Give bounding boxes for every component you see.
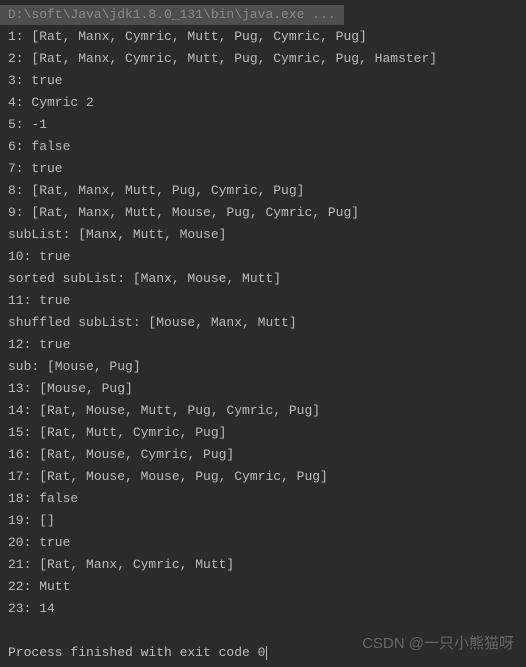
output-line: 21: [Rat, Manx, Cymric, Mutt]: [8, 554, 518, 576]
command-line: D:\soft\Java\jdk1.8.0_131\bin\java.exe .…: [0, 5, 344, 25]
output-line: 10: true: [8, 246, 518, 268]
cursor-icon: [266, 646, 267, 660]
output-line: 9: [Rat, Manx, Mutt, Mouse, Pug, Cymric,…: [8, 202, 518, 224]
output-line: 17: [Rat, Mouse, Mouse, Pug, Cymric, Pug…: [8, 466, 518, 488]
output-line: 1: [Rat, Manx, Cymric, Mutt, Pug, Cymric…: [8, 26, 518, 48]
output-line: 2: [Rat, Manx, Cymric, Mutt, Pug, Cymric…: [8, 48, 518, 70]
output-line: 4: Cymric 2: [8, 92, 518, 114]
output-line: 15: [Rat, Mutt, Cymric, Pug]: [8, 422, 518, 444]
console-output: 1: [Rat, Manx, Cymric, Mutt, Pug, Cymric…: [0, 26, 526, 664]
output-line: 22: Mutt: [8, 576, 518, 598]
output-line: 3: true: [8, 70, 518, 92]
output-line: 19: []: [8, 510, 518, 532]
output-line: 18: false: [8, 488, 518, 510]
watermark: CSDN @一只小熊猫呀: [362, 633, 514, 655]
output-line: shuffled subList: [Mouse, Manx, Mutt]: [8, 312, 518, 334]
output-line: 12: true: [8, 334, 518, 356]
output-line: 14: [Rat, Mouse, Mutt, Pug, Cymric, Pug]: [8, 400, 518, 422]
output-line: sorted subList: [Manx, Mouse, Mutt]: [8, 268, 518, 290]
output-line: sub: [Mouse, Pug]: [8, 356, 518, 378]
output-line: subList: [Manx, Mutt, Mouse]: [8, 224, 518, 246]
output-line: 20: true: [8, 532, 518, 554]
output-line: 7: true: [8, 158, 518, 180]
output-line: 13: [Mouse, Pug]: [8, 378, 518, 400]
output-line: 11: true: [8, 290, 518, 312]
output-line: 23: 14: [8, 598, 518, 620]
output-line: 16: [Rat, Mouse, Cymric, Pug]: [8, 444, 518, 466]
output-line: 8: [Rat, Manx, Mutt, Pug, Cymric, Pug]: [8, 180, 518, 202]
output-line: 6: false: [8, 136, 518, 158]
output-line: 5: -1: [8, 114, 518, 136]
